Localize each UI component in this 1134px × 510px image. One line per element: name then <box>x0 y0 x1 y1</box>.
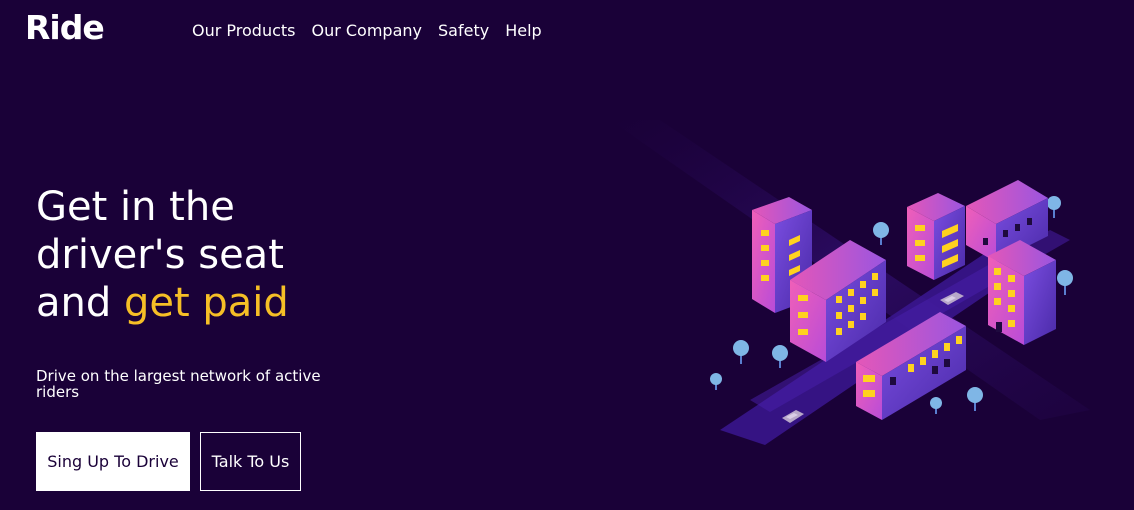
nav-item-our-company[interactable]: Our Company <box>311 21 422 40</box>
hero-subtext: Drive on the largest network of active r… <box>36 367 321 401</box>
headline-line-2: driver's seat <box>36 232 284 278</box>
tree-icon <box>733 340 749 364</box>
talk-to-us-button[interactable]: Talk To Us <box>200 432 301 491</box>
nav-item-safety[interactable]: Safety <box>438 21 489 40</box>
tree-icon <box>1057 270 1073 295</box>
tree-icon <box>930 397 942 414</box>
tree-icon <box>967 387 983 411</box>
hero-headline: Get in the driver's seat and get paid <box>36 183 289 327</box>
nav-item-help[interactable]: Help <box>505 21 541 40</box>
building-tower-right <box>988 240 1056 345</box>
tree-icon <box>873 222 889 245</box>
headline-line-3-prefix: and <box>36 280 124 326</box>
headline-line-1: Get in the <box>36 184 235 230</box>
tree-icon <box>710 373 722 390</box>
sign-up-to-drive-button[interactable]: Sing Up To Drive <box>36 432 190 491</box>
building-tower-middle <box>907 193 965 280</box>
tree-icon <box>1047 196 1061 218</box>
brand-logo[interactable]: Ride <box>25 8 105 47</box>
tree-icon <box>772 345 788 368</box>
headline-accent: get paid <box>123 280 289 326</box>
isometric-city-illustration <box>610 120 1090 445</box>
landing-page: Ride Our Products Our Company Safety Hel… <box>0 0 1134 510</box>
nav-item-our-products[interactable]: Our Products <box>192 21 295 40</box>
main-nav: Our Products Our Company Safety Help <box>192 21 542 40</box>
